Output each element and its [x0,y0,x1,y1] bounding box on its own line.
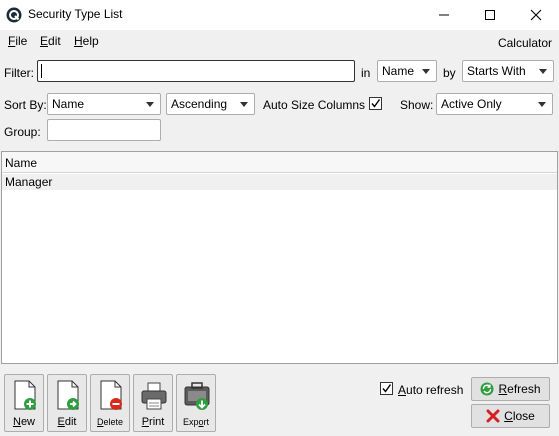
chevron-down-icon [240,102,248,107]
export-icon [184,382,210,410]
security-type-list[interactable]: Name Manager [1,151,558,364]
close-icon [530,9,542,21]
delete-doc-icon [100,380,122,410]
title-bar: Security Type List [0,0,559,30]
new-doc-icon [14,380,36,410]
filter-field-select[interactable]: Name [377,60,437,82]
refresh-button[interactable]: Refresh [471,377,550,401]
auto-refresh-label: Auto refresh [398,383,464,397]
menu-edit[interactable]: Edit [40,34,61,48]
group-label: Group: [4,125,41,139]
export-button[interactable]: Export [176,374,216,432]
filter-label: Filter: [4,66,34,80]
auto-size-label: Auto Size Columns [263,98,366,112]
by-label: by [443,66,456,80]
filter-input[interactable] [37,60,355,82]
auto-refresh-checkbox[interactable] [380,382,393,395]
edit-button[interactable]: Edit [47,374,87,432]
checkmark-icon [382,384,392,393]
chevron-down-icon [538,102,546,107]
auto-size-checkbox[interactable] [369,97,382,110]
maximize-icon [485,10,495,20]
maximize-button[interactable] [467,0,513,30]
chevron-down-icon [539,69,547,74]
q-logo-icon [6,7,22,23]
printer-icon [141,382,167,410]
edit-doc-icon [57,380,79,410]
minimize-icon [439,14,449,16]
calculator-link[interactable]: Calculator [498,36,552,50]
menu-help[interactable]: Help [74,34,99,48]
sort-direction-select[interactable]: Ascending [166,93,255,115]
chevron-down-icon [146,102,154,107]
close-button[interactable]: Close [471,404,550,428]
minimize-button[interactable] [421,0,467,30]
table-row[interactable]: Manager [2,174,557,190]
group-input[interactable] [47,119,161,141]
in-label: in [361,66,371,80]
window-title: Security Type List [28,7,123,21]
text-caret [41,64,42,78]
cell-name: Manager [5,175,53,189]
show-select[interactable]: Active Only [436,93,553,115]
refresh-icon [480,382,494,396]
print-button[interactable]: Print [133,374,173,432]
close-window-button[interactable] [513,0,559,30]
sort-field-select[interactable]: Name [47,93,161,115]
sort-by-label: Sort By: [4,98,47,112]
show-label: Show: [400,98,434,112]
checkmark-icon [371,99,381,108]
close-x-icon [486,409,500,423]
delete-button[interactable]: Delete [90,374,130,432]
column-header-name[interactable]: Name [2,152,557,173]
new-button[interactable]: New [4,374,44,432]
menu-file[interactable]: File [8,34,27,48]
filter-mode-select[interactable]: Starts With [462,60,554,82]
chevron-down-icon [422,69,430,74]
